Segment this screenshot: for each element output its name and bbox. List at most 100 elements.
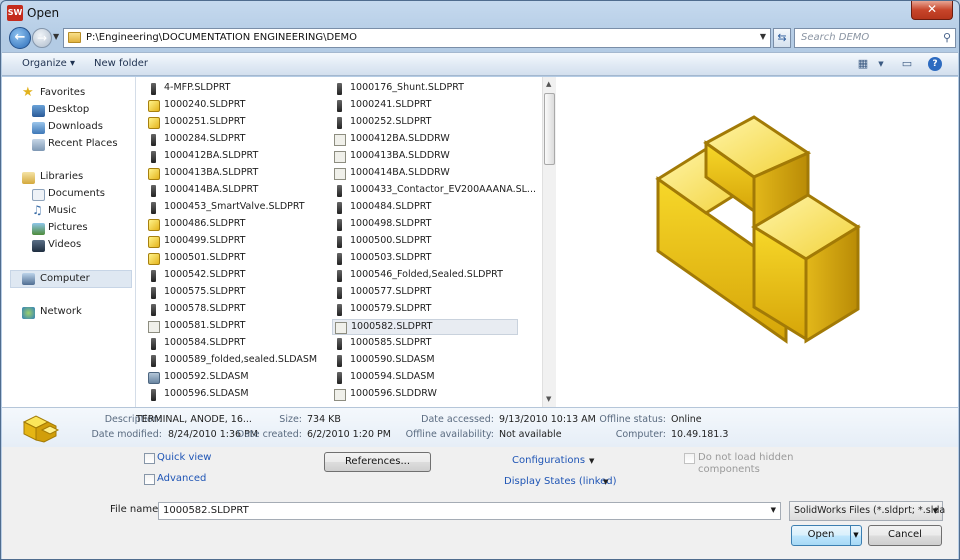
advanced-label[interactable]: Advanced bbox=[157, 473, 206, 484]
open-button[interactable]: Open bbox=[791, 525, 851, 546]
cancel-button[interactable]: Cancel bbox=[868, 525, 942, 546]
new-folder-button[interactable]: New folder bbox=[94, 58, 148, 69]
part-file-icon bbox=[337, 287, 342, 299]
sidebar-item-network[interactable]: Network bbox=[2, 305, 134, 321]
file-list-scrollbar[interactable]: ▲ ▼ bbox=[542, 77, 556, 407]
sidebar-item-computer[interactable]: Computer bbox=[10, 270, 132, 288]
file-item[interactable]: 1000584.SLDPRT bbox=[146, 336, 332, 352]
file-type-arrow[interactable]: ▼ bbox=[933, 507, 938, 515]
references-button[interactable]: References... bbox=[324, 452, 431, 472]
file-name: 1000503.SLDPRT bbox=[350, 252, 432, 263]
search-icon[interactable]: ⚲ bbox=[943, 31, 951, 44]
file-item[interactable]: 1000589_folded,sealed.SLDASM bbox=[146, 353, 332, 369]
downloads-icon bbox=[32, 122, 45, 134]
file-item[interactable]: 1000579.SLDPRT bbox=[332, 302, 518, 318]
view-options-icon[interactable]: ▦ bbox=[855, 57, 871, 71]
display-states-dropdown[interactable]: Display States (linked) bbox=[504, 476, 617, 487]
file-item[interactable]: 1000575.SLDPRT bbox=[146, 285, 332, 301]
file-item[interactable]: 1000503.SLDPRT bbox=[332, 251, 518, 267]
file-name: 1000575.SLDPRT bbox=[164, 286, 246, 297]
search-input[interactable]: Search DEMO ⚲ bbox=[794, 28, 956, 48]
file-item[interactable]: 1000498.SLDPRT bbox=[332, 217, 518, 233]
scroll-down-arrow[interactable]: ▼ bbox=[546, 395, 551, 403]
file-item[interactable]: 1000413BA.SLDDRW bbox=[332, 149, 518, 165]
file-item[interactable]: 1000594.SLDASM bbox=[332, 370, 518, 386]
file-item[interactable]: 1000251.SLDPRT bbox=[146, 115, 332, 131]
file-item[interactable]: 1000252.SLDPRT bbox=[332, 115, 518, 131]
file-item[interactable]: 1000176_Shunt.SLDPRT bbox=[332, 81, 518, 97]
file-item[interactable]: 1000284.SLDPRT bbox=[146, 132, 332, 148]
file-item[interactable]: 1000546_Folded,Sealed.SLDPRT bbox=[332, 268, 518, 284]
configurations-arrow[interactable]: ▼ bbox=[589, 457, 594, 465]
sidebar-favorites[interactable]: ★ Favorites bbox=[2, 85, 134, 102]
address-dropdown-arrow[interactable]: ▼ bbox=[760, 32, 766, 41]
file-item[interactable]: 1000577.SLDPRT bbox=[332, 285, 518, 301]
open-options-arrow[interactable]: ▼ bbox=[850, 525, 862, 546]
file-item[interactable]: 1000240.SLDPRT bbox=[146, 98, 332, 114]
sidebar-libraries[interactable]: Libraries bbox=[2, 170, 134, 186]
preview-pane-icon[interactable]: ▭ bbox=[899, 57, 915, 71]
help-icon[interactable]: ? bbox=[928, 57, 942, 71]
forward-button[interactable]: → bbox=[32, 28, 52, 48]
recent-locations-dropdown[interactable]: ▼ bbox=[53, 32, 59, 41]
sidebar-item-music[interactable]: ♫ Music bbox=[2, 203, 134, 220]
sidebar-item-pictures[interactable]: Pictures bbox=[2, 221, 134, 237]
file-item[interactable]: 1000484.SLDPRT bbox=[332, 200, 518, 216]
part-file-icon bbox=[148, 236, 160, 248]
sidebar-item-documents[interactable]: Documents bbox=[2, 187, 134, 203]
file-item[interactable]: 1000453_SmartValve.SLDPRT bbox=[146, 200, 332, 216]
computer-value: 10.49.181.3 bbox=[671, 429, 729, 440]
file-item[interactable]: 1000590.SLDASM bbox=[332, 353, 518, 369]
file-item[interactable]: 1000499.SLDPRT bbox=[146, 234, 332, 250]
file-item[interactable]: 1000578.SLDPRT bbox=[146, 302, 332, 318]
file-item[interactable]: 1000501.SLDPRT bbox=[146, 251, 332, 267]
sidebar-label: Recent Places bbox=[48, 138, 118, 149]
sidebar-item-videos[interactable]: Videos bbox=[2, 238, 134, 254]
videos-icon bbox=[32, 240, 45, 252]
sidebar-item-desktop[interactable]: Desktop bbox=[2, 103, 134, 119]
browser-body: ★ Favorites Desktop Downloads Recent Pla… bbox=[2, 77, 958, 407]
part-file-icon bbox=[337, 219, 342, 231]
file-item[interactable]: 1000413BA.SLDPRT bbox=[146, 166, 332, 182]
file-name: 1000453_SmartValve.SLDPRT bbox=[164, 201, 305, 212]
file-item[interactable]: 1000596.SLDASM bbox=[146, 387, 332, 403]
display-states-arrow[interactable]: ▼ bbox=[603, 478, 608, 486]
file-item[interactable]: 1000585.SLDPRT bbox=[332, 336, 518, 352]
file-item[interactable]: 1000241.SLDPRT bbox=[332, 98, 518, 114]
hidden-components-checkbox[interactable] bbox=[684, 453, 695, 464]
file-item[interactable]: 1000582.SLDPRT bbox=[332, 319, 518, 335]
date-modified-label: Date modified: bbox=[91, 429, 162, 440]
view-dropdown-arrow[interactable]: ▼ bbox=[873, 60, 889, 74]
quick-view-label[interactable]: Quick view bbox=[157, 452, 211, 463]
file-item[interactable]: 1000581.SLDPRT bbox=[146, 319, 332, 335]
back-button[interactable]: ← bbox=[9, 27, 31, 49]
file-item[interactable]: 1000542.SLDPRT bbox=[146, 268, 332, 284]
sidebar-item-downloads[interactable]: Downloads bbox=[2, 120, 134, 136]
file-item[interactable]: 1000414BA.SLDPRT bbox=[146, 183, 332, 199]
organize-button[interactable]: Organize ▾ bbox=[22, 58, 75, 69]
scroll-up-arrow[interactable]: ▲ bbox=[546, 80, 551, 88]
quick-view-checkbox[interactable] bbox=[144, 453, 155, 464]
file-name-dropdown-arrow[interactable]: ▼ bbox=[771, 506, 776, 514]
file-item[interactable]: 1000412BA.SLDPRT bbox=[146, 149, 332, 165]
scrollbar-thumb[interactable] bbox=[544, 93, 555, 165]
file-item[interactable]: 1000592.SLDASM bbox=[146, 370, 332, 386]
file-item[interactable]: 1000486.SLDPRT bbox=[146, 217, 332, 233]
part-file-icon bbox=[148, 100, 160, 112]
close-button[interactable]: ✕ bbox=[911, 1, 953, 20]
advanced-checkbox[interactable] bbox=[144, 474, 155, 485]
file-item[interactable]: 1000596.SLDDRW bbox=[332, 387, 518, 403]
file-item[interactable]: 1000500.SLDPRT bbox=[332, 234, 518, 250]
file-item[interactable]: 1000433_Contactor_EV200AAANA.SL... bbox=[332, 183, 536, 199]
sidebar-item-recent-places[interactable]: Recent Places bbox=[2, 137, 134, 153]
file-item[interactable]: 1000414BA.SLDDRW bbox=[332, 166, 518, 182]
drawing-file-icon bbox=[334, 168, 346, 180]
part-file-icon bbox=[148, 253, 160, 265]
file-type-select[interactable]: SolidWorks Files (*.sldprt; *.slda ▼ bbox=[789, 501, 945, 521]
refresh-button[interactable]: ⇆ bbox=[773, 28, 791, 48]
file-item[interactable]: 4-MFP.SLDPRT bbox=[146, 81, 332, 97]
file-item[interactable]: 1000412BA.SLDDRW bbox=[332, 132, 518, 148]
file-name-input[interactable]: 1000582.SLDPRT ▼ bbox=[158, 502, 781, 520]
address-bar[interactable]: P:\Engineering\DOCUMENTATION ENGINEERING… bbox=[63, 28, 771, 48]
configurations-dropdown[interactable]: Configurations bbox=[512, 455, 585, 466]
